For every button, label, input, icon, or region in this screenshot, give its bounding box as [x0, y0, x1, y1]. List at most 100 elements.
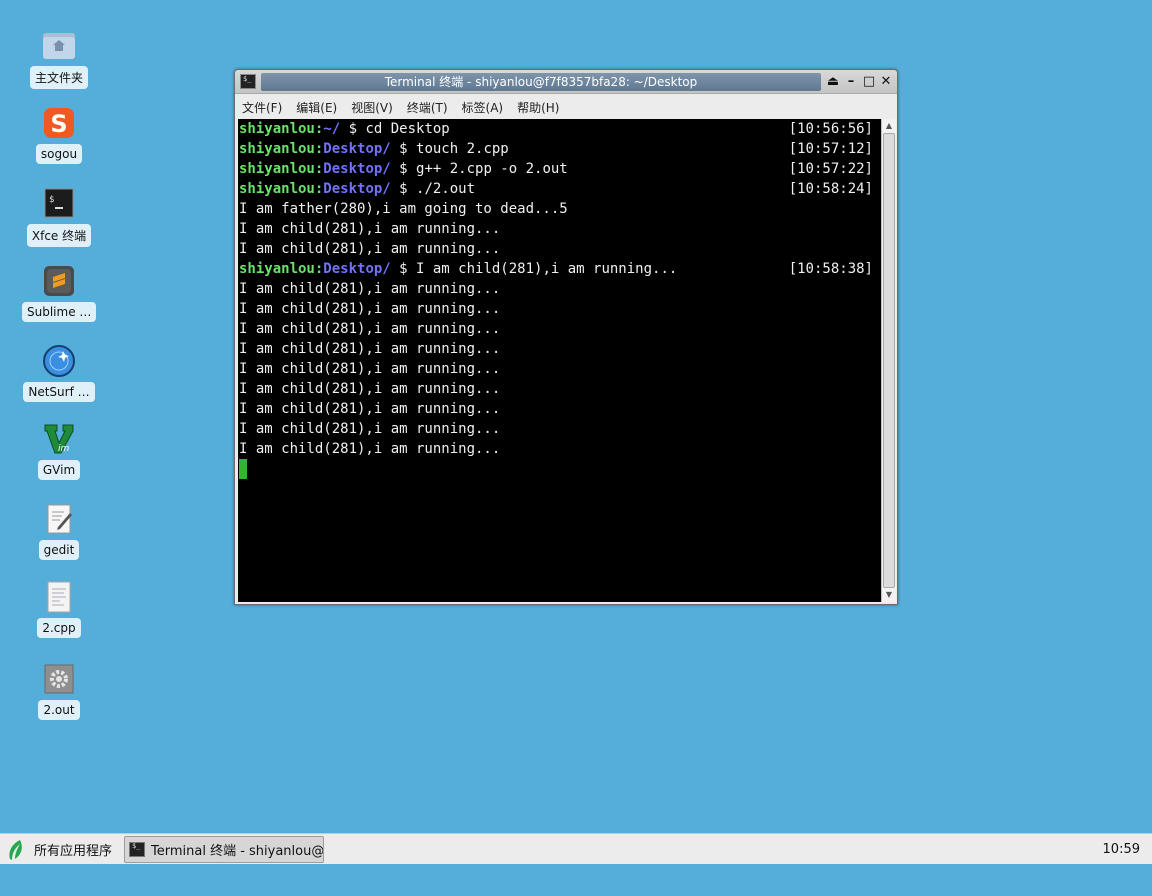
- desktop-icon-label: 主文件夹: [29, 66, 88, 89]
- menu-view[interactable]: 视图(V): [351, 99, 393, 116]
- terminal-icon: $_: [129, 842, 145, 857]
- applications-menu-label: 所有应用程序: [34, 844, 113, 859]
- output-text: I am child(281),i am running...: [239, 441, 501, 457]
- desktop-icon-gedit[interactable]: gedit: [22, 502, 96, 560]
- svg-text:im: im: [58, 444, 70, 454]
- executable-gear-icon: [42, 662, 76, 696]
- taskbar-window-terminal[interactable]: $_ Terminal 终端 - shiyanlou@f…: [124, 836, 324, 863]
- desktop-icon-sogou[interactable]: S sogou: [22, 106, 96, 164]
- prompt-path: Desktop/: [323, 181, 391, 197]
- desktop-icon-2out[interactable]: 2.out: [22, 662, 96, 720]
- terminal-icon: $: [42, 186, 76, 220]
- output-line: I am child(281),i am running...: [239, 219, 881, 239]
- desktop-icon-label: Sublime …: [22, 302, 96, 322]
- desktop-icon-home[interactable]: 主文件夹: [22, 28, 96, 89]
- terminal-output[interactable]: shiyanlou:~/ $ cd Desktop [10:56:56] shiya…: [238, 119, 881, 602]
- taskbar: 所有应用程序 $_ Terminal 终端 - shiyanlou@f… 10:…: [0, 833, 1152, 864]
- command-text: $ g++ 2.cpp -o 2.out: [390, 161, 568, 177]
- output-line: I am child(281),i am running...: [239, 359, 881, 379]
- desktop-icon-label: GVim: [37, 460, 81, 480]
- command-text: $ ./2.out: [390, 181, 476, 197]
- menu-help[interactable]: 帮助(H): [517, 99, 559, 116]
- output-line: I am child(281),i am running...: [239, 419, 881, 439]
- text-file-icon: [42, 580, 76, 614]
- output-text: I am child(281),i am running...: [239, 421, 501, 437]
- gedit-icon: [42, 502, 76, 536]
- prompt-user: shiyanlou: [239, 261, 315, 277]
- clock[interactable]: 10:59: [1103, 834, 1140, 865]
- command-text: $ cd Desktop: [340, 121, 450, 137]
- desktop-icon-xfce-terminal[interactable]: $ Xfce 终端: [22, 186, 96, 247]
- leaf-logo-icon: [9, 839, 22, 860]
- desktop-icon-label: 2.out: [38, 700, 80, 720]
- desktop-icon-label: 2.cpp: [37, 618, 81, 638]
- desktop-icon-sublime[interactable]: Sublime …: [22, 264, 96, 322]
- window-title: Terminal 终端 - shiyanlou@f7f8357bfa28: ~/…: [261, 73, 821, 91]
- menu-edit[interactable]: 编辑(E): [296, 99, 337, 116]
- output-text: I am father(280),i am going to dead...5: [239, 201, 568, 217]
- minimize-button[interactable]: –: [843, 74, 859, 90]
- prompt-line: shiyanlou:~/ $ cd Desktop [10:56:56]: [239, 119, 881, 139]
- prompt-user: shiyanlou: [239, 181, 315, 197]
- svg-text:$: $: [49, 195, 54, 205]
- output-line: I am child(281),i am running...: [239, 339, 881, 359]
- netsurf-globe-icon: [42, 344, 76, 378]
- output-line: I am child(281),i am running...: [239, 279, 881, 299]
- output-line: I am child(281),i am running...: [239, 379, 881, 399]
- desktop-icon-label: sogou: [35, 144, 83, 164]
- command-text: $ I am child(281),i am running...: [390, 261, 678, 277]
- sogou-icon: S: [42, 106, 76, 140]
- desktop-icon-gvim[interactable]: im GVim: [22, 422, 96, 480]
- output-line: I am child(281),i am running...: [239, 299, 881, 319]
- menu-tabs[interactable]: 标签(A): [462, 99, 504, 116]
- output-text: I am child(281),i am running...: [239, 241, 501, 257]
- output-line: I am child(281),i am running...: [239, 239, 881, 259]
- scroll-down-icon[interactable]: ▼: [882, 588, 896, 602]
- output-text: I am child(281),i am running...: [239, 221, 501, 237]
- output-line: I am father(280),i am going to dead...5: [239, 199, 881, 219]
- prompt-timestamp: [10:58:38]: [788, 261, 873, 277]
- prompt-path: Desktop/: [323, 141, 391, 157]
- menu-bar: 文件(F) 编辑(E) 视图(V) 终端(T) 标签(A) 帮助(H): [235, 95, 897, 119]
- menu-file[interactable]: 文件(F): [242, 99, 282, 116]
- home-folder-icon: [42, 28, 76, 62]
- maximize-button[interactable]: □: [861, 74, 877, 90]
- prompt-user: shiyanlou: [239, 141, 315, 157]
- output-text: I am child(281),i am running...: [239, 341, 501, 357]
- desktop-icon-label: NetSurf …: [23, 382, 95, 402]
- svg-text:S: S: [50, 110, 67, 138]
- prompt-line: shiyanlou:Desktop/ $ touch 2.cpp [10:57:1…: [239, 139, 881, 159]
- terminal-cursor: [239, 459, 247, 479]
- prompt-timestamp: [10:57:12]: [788, 141, 873, 157]
- menu-terminal[interactable]: 终端(T): [407, 99, 448, 116]
- command-text: $ touch 2.cpp: [390, 141, 509, 157]
- terminal-window[interactable]: $_ Terminal 终端 - shiyanlou@f7f8357bfa28:…: [234, 69, 898, 605]
- desktop-icon-netsurf[interactable]: NetSurf …: [22, 344, 96, 402]
- output-text: I am child(281),i am running...: [239, 381, 501, 397]
- prompt-line: shiyanlou:Desktop/ $ g++ 2.cpp -o 2.out[…: [239, 159, 881, 179]
- prompt-timestamp: [10:57:22]: [788, 161, 873, 177]
- applications-menu-button[interactable]: 所有应用程序: [6, 834, 112, 865]
- output-line: I am child(281),i am running...: [239, 439, 881, 459]
- title-bar[interactable]: $_ Terminal 终端 - shiyanlou@f7f8357bfa28:…: [235, 70, 897, 94]
- output-text: I am child(281),i am running...: [239, 321, 501, 337]
- output-line: I am child(281),i am running...: [239, 399, 881, 419]
- desktop-icon-2cpp[interactable]: 2.cpp: [22, 580, 96, 638]
- shade-button[interactable]: ⏏: [825, 74, 841, 90]
- output-text: I am child(281),i am running...: [239, 301, 501, 317]
- close-button[interactable]: ✕: [878, 74, 894, 90]
- scroll-thumb[interactable]: [883, 133, 895, 588]
- cursor-line: [239, 459, 881, 479]
- prompt-timestamp: [10:56:56]: [788, 121, 873, 137]
- prompt-timestamp: [10:58:24]: [788, 181, 873, 197]
- gvim-icon: im: [42, 422, 76, 456]
- prompt-user: shiyanlou: [239, 161, 315, 177]
- prompt-line: shiyanlou:Desktop/ $ ./2.out [10:58:24]: [239, 179, 881, 199]
- output-text: I am child(281),i am running...: [239, 401, 501, 417]
- terminal-app-icon[interactable]: $_: [240, 74, 256, 89]
- vertical-scrollbar[interactable]: ▲ ▼: [881, 119, 896, 602]
- scroll-up-icon[interactable]: ▲: [882, 119, 896, 133]
- prompt-path: Desktop/: [323, 261, 391, 277]
- prompt-line: shiyanlou:Desktop/ $ I am child(281),i a…: [239, 259, 881, 279]
- output-line: I am child(281),i am running...: [239, 319, 881, 339]
